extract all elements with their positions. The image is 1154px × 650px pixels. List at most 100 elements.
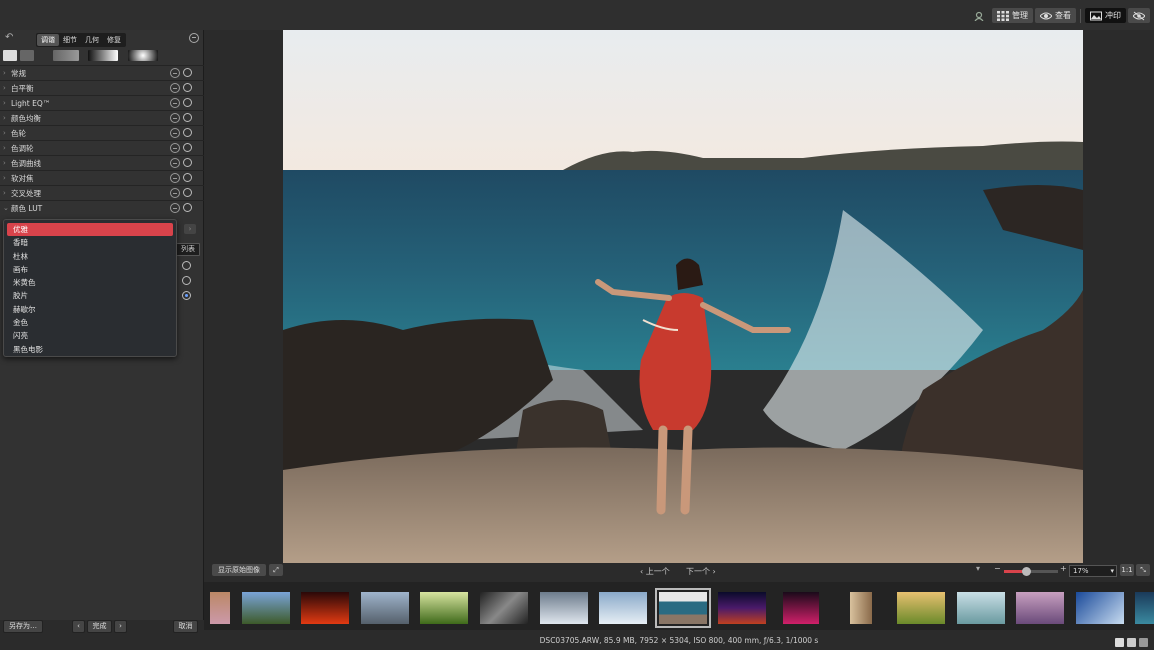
reset-icon[interactable] — [170, 68, 180, 78]
label-icon[interactable] — [1127, 638, 1136, 647]
done-button[interactable]: 完成 — [87, 620, 112, 633]
section-tone-curve[interactable]: › 色调曲线 — [0, 155, 204, 170]
print-mode-button[interactable]: 冲印 — [1085, 8, 1126, 23]
lut-option-radio-selected[interactable] — [182, 291, 191, 300]
thumbnail[interactable] — [420, 592, 468, 624]
tab-geometry[interactable]: 几何 — [81, 34, 103, 46]
thumbnail[interactable] — [599, 592, 647, 624]
tab-tune[interactable]: 调谐 — [37, 34, 59, 46]
check-icon[interactable] — [1139, 638, 1148, 647]
flag-icon[interactable] — [1115, 638, 1124, 647]
section-light-eq[interactable]: › Light EQ™ — [0, 95, 204, 110]
enable-toggle[interactable] — [183, 173, 192, 182]
show-original-button[interactable]: 显示原始图像 — [212, 564, 266, 576]
visibility-toggle-button[interactable] — [1128, 8, 1150, 23]
zoom-slider-thumb[interactable] — [1022, 567, 1031, 576]
zoom-out-icon[interactable]: − — [994, 564, 1001, 573]
lut-option-radio[interactable] — [182, 261, 191, 270]
thumbnail[interactable] — [897, 592, 945, 624]
tone-strip-icon[interactable] — [53, 50, 79, 61]
gradient-tool-icon[interactable] — [88, 50, 118, 61]
reset-icon[interactable] — [170, 158, 180, 168]
tab-repair[interactable]: 修复 — [103, 34, 125, 46]
radial-tool-icon[interactable] — [128, 50, 158, 61]
section-color-balance[interactable]: › 颜色均衡 — [0, 110, 204, 125]
zoom-slider[interactable] — [1004, 567, 1058, 576]
prev-image-link[interactable]: ‹ 上一个 — [640, 566, 670, 577]
lut-option[interactable]: 黑色电影 — [7, 343, 173, 356]
enable-toggle[interactable] — [183, 68, 192, 77]
thumbnail[interactable] — [1135, 592, 1154, 624]
thumbnail[interactable] — [480, 592, 528, 624]
develop-icon — [1090, 11, 1102, 20]
collapse-all-icon[interactable] — [189, 33, 199, 43]
reset-icon[interactable] — [170, 128, 180, 138]
thumbnail[interactable] — [957, 592, 1005, 624]
section-color-lut[interactable]: ⌄ 颜色 LUT — [0, 200, 204, 215]
next-arrow-icon[interactable]: › — [114, 620, 127, 633]
tab-detail[interactable]: 细节 — [59, 34, 81, 46]
manage-mode-button[interactable]: 管理 — [992, 8, 1033, 23]
thumbnail[interactable] — [850, 592, 872, 624]
reset-icon[interactable] — [170, 203, 180, 213]
reset-icon[interactable] — [170, 188, 180, 198]
thumbnail[interactable] — [242, 592, 290, 624]
lut-option[interactable]: 赫歇尔 — [7, 303, 173, 316]
lut-list-button[interactable]: 列表 — [176, 243, 200, 256]
lut-option[interactable]: 闪亮 — [7, 329, 173, 342]
enable-toggle[interactable] — [183, 128, 192, 137]
lut-option-radio[interactable] — [182, 276, 191, 285]
thumbnail[interactable] — [210, 592, 230, 624]
user-icon[interactable] — [968, 8, 990, 23]
brush-tool-icon[interactable] — [3, 50, 17, 61]
layer-tool-icon[interactable] — [20, 50, 34, 61]
thumbnail[interactable] — [301, 592, 349, 624]
actual-size-button[interactable]: 1:1 — [1120, 564, 1134, 576]
reset-icon[interactable] — [170, 113, 180, 123]
thumbnail-selected[interactable] — [655, 588, 711, 628]
reset-icon[interactable] — [170, 98, 180, 108]
zoom-in-icon[interactable]: + — [1060, 564, 1067, 573]
reset-icon[interactable] — [170, 143, 180, 153]
enable-toggle[interactable] — [183, 143, 192, 152]
lut-option[interactable]: 米黄色 — [7, 276, 173, 289]
section-general[interactable]: › 常规 — [0, 65, 204, 80]
reset-icon[interactable] — [170, 83, 180, 93]
enable-toggle[interactable] — [183, 113, 192, 122]
enable-toggle[interactable] — [183, 158, 192, 167]
section-color-wheel[interactable]: › 色轮 — [0, 125, 204, 140]
thumbnail[interactable] — [783, 592, 819, 624]
lut-option[interactable]: 金色 — [7, 316, 173, 329]
thumbnail[interactable] — [718, 592, 766, 624]
enable-toggle[interactable] — [183, 83, 192, 92]
lut-option[interactable]: 胶片 — [7, 289, 173, 302]
section-tone-wheel[interactable]: › 色调轮 — [0, 140, 204, 155]
view-mode-button[interactable]: 查看 — [1035, 8, 1076, 23]
lut-option[interactable]: 香暗 — [7, 236, 173, 249]
next-image-link[interactable]: 下一个 › — [686, 566, 716, 577]
main-photo[interactable] — [283, 30, 1083, 563]
cancel-button[interactable]: 取消 — [173, 620, 198, 633]
enable-toggle[interactable] — [183, 98, 192, 107]
reset-icon[interactable] — [170, 173, 180, 183]
section-soft-focus[interactable]: › 软对焦 — [0, 170, 204, 185]
expand-icon[interactable]: ⤢ — [269, 564, 283, 576]
undo-icon[interactable]: ↶ — [5, 33, 17, 43]
section-white-balance[interactable]: › 白平衡 — [0, 80, 204, 95]
section-cross-process[interactable]: › 交叉处理 — [0, 185, 204, 200]
thumbnail[interactable] — [1016, 592, 1064, 624]
zoom-select[interactable]: 17% ▾ — [1069, 565, 1117, 577]
fullscreen-icon[interactable]: ⤡ — [1136, 564, 1150, 576]
enable-toggle[interactable] — [183, 203, 192, 212]
lut-option-elegant[interactable]: 优雅 — [7, 223, 173, 237]
enable-toggle[interactable] — [183, 188, 192, 197]
thumbnail[interactable] — [361, 592, 409, 624]
prev-arrow-icon[interactable]: ‹ — [72, 620, 85, 633]
thumbnail[interactable] — [540, 592, 588, 624]
lut-option[interactable]: 杜林 — [7, 250, 173, 263]
lut-menu-button[interactable]: › — [184, 224, 196, 234]
chevron-down-icon[interactable]: ▾ — [976, 564, 980, 573]
lut-option[interactable]: 画布 — [7, 263, 173, 276]
thumbnail[interactable] — [1076, 592, 1124, 624]
save-as-button[interactable]: 另存为… — [3, 620, 43, 633]
